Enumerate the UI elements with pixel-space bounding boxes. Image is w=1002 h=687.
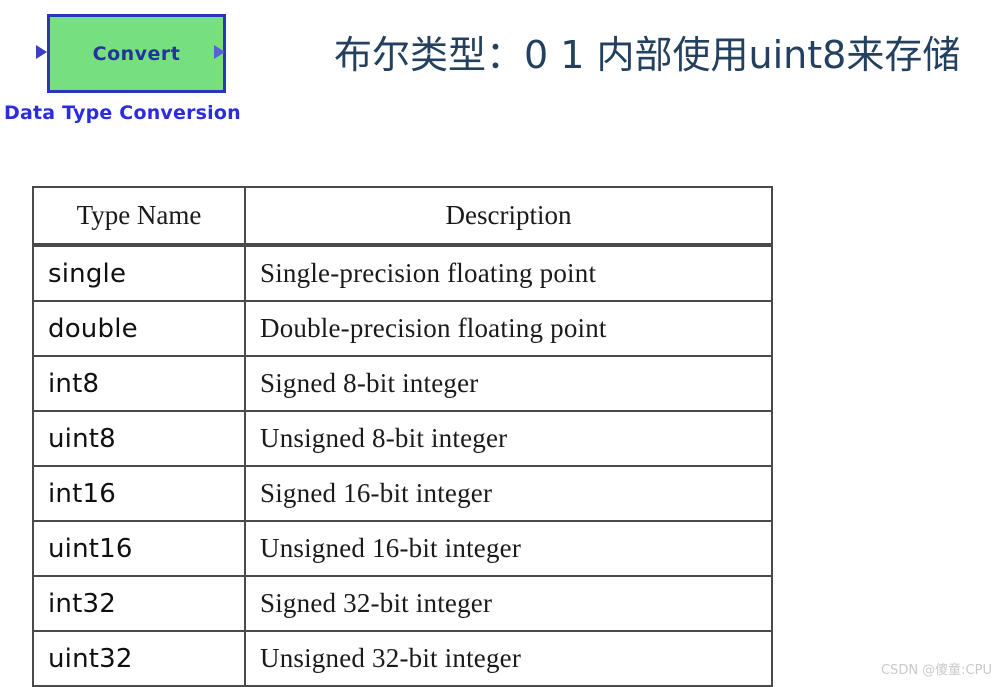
table-row: uint16 Unsigned 16-bit integer bbox=[32, 520, 773, 577]
table-row: int32 Signed 32-bit integer bbox=[32, 575, 773, 632]
cell-description: Unsigned 16-bit integer bbox=[244, 520, 773, 577]
cell-type-name: uint16 bbox=[32, 520, 246, 577]
cell-type-name: int8 bbox=[32, 355, 246, 412]
column-header-type-name: Type Name bbox=[32, 186, 246, 245]
cell-type-name: single bbox=[32, 245, 246, 302]
table-row: uint8 Unsigned 8-bit integer bbox=[32, 410, 773, 467]
table-header: Type Name Description bbox=[32, 186, 773, 246]
data-type-table-container: Type Name Description single Single-preci… bbox=[32, 186, 773, 687]
cell-description: Single-precision floating point bbox=[244, 245, 773, 302]
cell-type-name: double bbox=[32, 300, 246, 357]
input-port-arrow-icon bbox=[36, 45, 47, 59]
table-row: int16 Signed 16-bit integer bbox=[32, 465, 773, 522]
cell-description: Double-precision floating point bbox=[244, 300, 773, 357]
csdn-watermark: CSDN @傻童:CPU bbox=[880, 663, 992, 678]
simulink-block-diagram: Convert Data Type Conversion bbox=[0, 0, 330, 140]
table-body: single Single-precision floating point dou… bbox=[32, 245, 773, 687]
table-row: single Single-precision floating point bbox=[32, 245, 773, 302]
cell-description: Signed 8-bit integer bbox=[244, 355, 773, 412]
cell-type-name: uint8 bbox=[32, 410, 246, 467]
cell-type-name: int16 bbox=[32, 465, 246, 522]
data-type-table: Type Name Description single Single-preci… bbox=[32, 186, 773, 687]
cell-type-name: uint32 bbox=[32, 630, 246, 687]
cell-description: Unsigned 32-bit integer bbox=[244, 630, 773, 687]
block-caption: Data Type Conversion bbox=[4, 102, 241, 124]
page-title: 布尔类型：0 1 内部使用uint8来存储 bbox=[334, 33, 961, 77]
table-row: uint32 Unsigned 32-bit integer bbox=[32, 630, 773, 687]
cell-description: Signed 16-bit integer bbox=[244, 465, 773, 522]
column-header-description: Description bbox=[244, 186, 773, 245]
cell-description: Signed 32-bit integer bbox=[244, 575, 773, 632]
table-header-row: Type Name Description bbox=[32, 186, 773, 245]
cell-description: Unsigned 8-bit integer bbox=[244, 410, 773, 467]
cell-type-name: int32 bbox=[32, 575, 246, 632]
data-type-conversion-block[interactable]: Convert bbox=[47, 14, 226, 93]
table-row: double Double-precision floating point bbox=[32, 300, 773, 357]
table-row: int8 Signed 8-bit integer bbox=[32, 355, 773, 412]
output-port-arrow-icon bbox=[214, 45, 225, 59]
block-label: Convert bbox=[92, 42, 181, 65]
